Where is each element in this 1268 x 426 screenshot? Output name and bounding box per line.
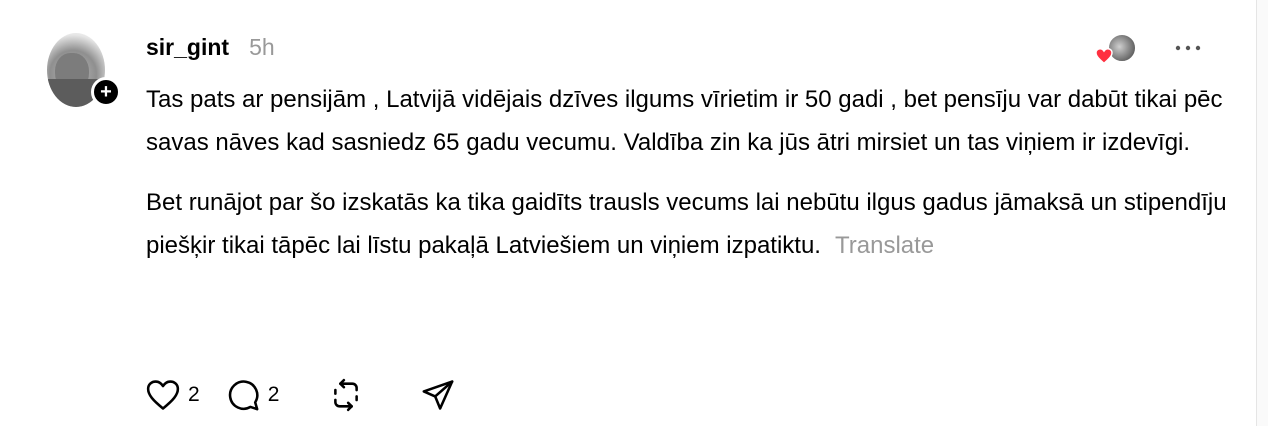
post-paragraph-text: Bet runājot par šo izskatās ka tika gaid… [146, 189, 1227, 259]
post-paragraph: Tas pats ar pensijām , Latvijā vidējais … [146, 86, 1223, 156]
post-body: Tas pats ar pensijām , Latvijā vidējais … [146, 78, 1236, 267]
heart-icon [146, 380, 180, 410]
heart-icon [1093, 45, 1115, 67]
follow-button[interactable]: + [91, 77, 121, 107]
comment-icon [228, 380, 259, 411]
more-button[interactable] [1170, 36, 1206, 60]
reply-count: 2 [267, 383, 280, 406]
like-button[interactable]: 2 [146, 379, 200, 411]
share-button[interactable] [421, 378, 455, 412]
liked-by-avatars[interactable] [1093, 33, 1139, 65]
repost-icon [334, 378, 359, 412]
translate-link[interactable]: Translate [835, 232, 934, 259]
author-avatar-wrap[interactable]: + [47, 33, 121, 107]
username[interactable]: sir_gint [146, 34, 229, 61]
like-count: 2 [188, 383, 200, 406]
scrollbar[interactable] [1256, 0, 1268, 426]
thread-post: + sir_gint 5h Tas pats ar pensijām , Lat… [0, 0, 1268, 426]
post-header: sir_gint 5h [146, 34, 275, 61]
post-time[interactable]: 5h [249, 34, 275, 61]
repost-button[interactable] [329, 378, 363, 412]
action-bar: 2 2 [146, 378, 481, 412]
send-icon [422, 380, 454, 410]
more-icon [1175, 45, 1201, 51]
post-paragraph: Bet runājot par šo izskatās ka tika gaid… [146, 181, 1236, 267]
plus-icon: + [100, 81, 112, 103]
reply-button[interactable]: 2 [226, 378, 280, 412]
